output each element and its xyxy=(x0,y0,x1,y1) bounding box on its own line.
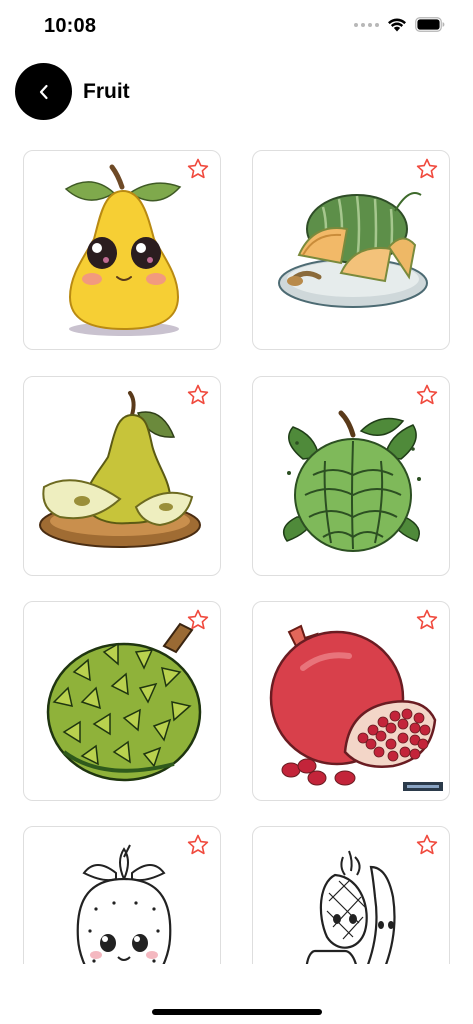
card-pear-on-plate[interactable] xyxy=(23,376,221,576)
favorite-star-icon[interactable] xyxy=(186,833,210,857)
coloring-grid xyxy=(23,150,450,964)
battery-icon xyxy=(415,17,445,32)
favorite-star-icon[interactable] xyxy=(186,383,210,407)
favorite-star-icon[interactable] xyxy=(415,608,439,632)
favorite-star-icon[interactable] xyxy=(186,157,210,181)
nav-bar: Fruit xyxy=(0,62,473,122)
page-title: Fruit xyxy=(83,80,130,103)
status-time: 10:08 xyxy=(44,15,97,37)
favorite-star-icon[interactable] xyxy=(415,833,439,857)
chevron-left-icon xyxy=(39,84,48,99)
card-strawberry-outline[interactable] xyxy=(23,826,221,964)
status-icons xyxy=(354,17,445,32)
card-kawaii-pear[interactable] xyxy=(23,150,221,350)
card-pomegranate[interactable] xyxy=(252,601,450,801)
favorite-star-icon[interactable] xyxy=(186,608,210,632)
status-bar: 10:08 xyxy=(0,0,473,54)
favorite-star-icon[interactable] xyxy=(415,157,439,181)
card-custard-apple[interactable] xyxy=(252,376,450,576)
card-cantaloupe-melon[interactable] xyxy=(252,150,450,350)
favorite-star-icon[interactable] xyxy=(415,383,439,407)
wifi-icon xyxy=(388,18,406,32)
back-button[interactable] xyxy=(15,63,72,120)
card-durian[interactable] xyxy=(23,601,221,801)
card-banana-pineapple-outline[interactable] xyxy=(252,826,450,964)
home-indicator[interactable] xyxy=(152,1009,322,1015)
cellular-signal-icon xyxy=(354,22,379,27)
